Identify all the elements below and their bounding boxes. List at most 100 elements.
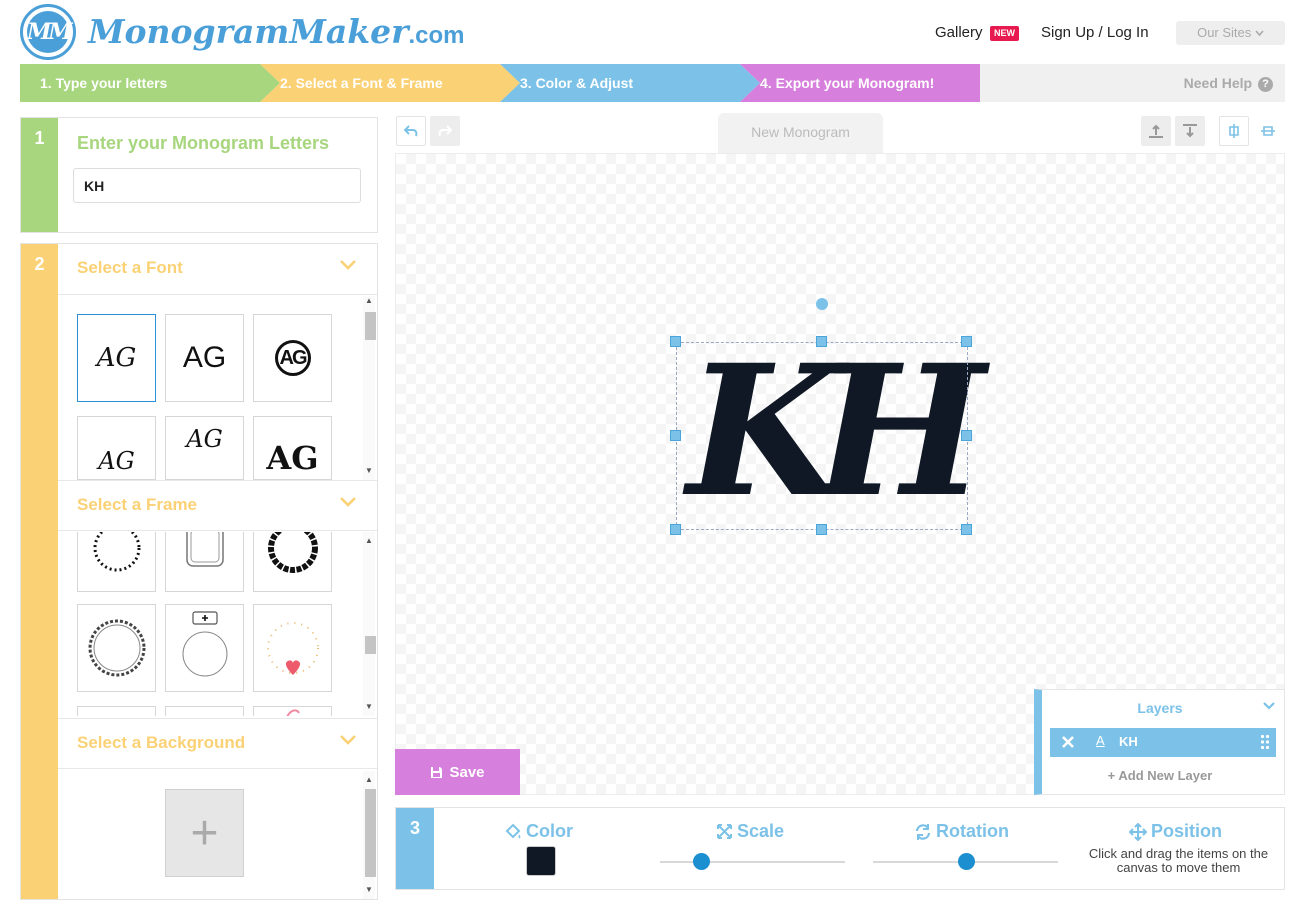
position-control-title: Position [1129,821,1222,842]
dotted-circle-frame-icon [93,532,140,571]
color-control-title: Color [504,821,573,842]
scroll-up-icon[interactable]: ▲ [365,536,373,545]
rotate-arrows-icon [915,823,931,840]
font-option-calligraphy[interactable]: AG [77,416,156,480]
chevron-down-icon [340,735,356,745]
scroll-up-icon[interactable]: ▲ [365,775,373,784]
step-1-type-letters[interactable]: 1. Type your letters [20,64,280,102]
resize-handle-bottom-right[interactable] [961,524,972,535]
scroll-up-icon[interactable]: ▲ [365,296,373,305]
font-scrollbar[interactable]: ▲ ▼ [363,296,376,480]
editor-toolbar: New Monogram [395,113,1285,153]
scroll-down-icon[interactable]: ▼ [365,466,373,475]
bold-ring-frame-icon [267,532,318,573]
panel-number-1: 1 [21,118,58,232]
layers-title[interactable]: Layers [1042,700,1278,716]
frame-option-bold-ring[interactable] [253,532,332,592]
frame-option-floral-heart[interactable] [253,604,332,692]
step-3-color-adjust[interactable]: 3. Color & Adjust [500,64,760,102]
logo-wordmark[interactable]: MonogramMaker.com [88,12,465,51]
need-help-link[interactable]: Need Help ? [1184,64,1273,102]
add-background-button[interactable]: + [165,789,244,877]
scrollbar-thumb[interactable] [365,312,376,340]
align-vertical-center-icon [1261,126,1275,136]
font-preview: AG [98,447,135,475]
adjust-panel: 3 Color Scale Rotation Position Click an… [395,807,1285,890]
font-option-circle[interactable]: AG [253,314,332,402]
step-4-export[interactable]: 4. Export your Monogram! [740,64,980,102]
layer-name: KH [1119,734,1138,749]
color-label: Color [526,821,573,841]
font-option-script[interactable]: AG [77,314,156,402]
resize-handle-bottom[interactable] [816,524,827,535]
frame-option-partial[interactable] [77,706,156,716]
step-2-select-font-frame[interactable]: 2. Select a Font & Frame [260,64,520,102]
undo-button[interactable] [396,116,426,146]
chevron-down-icon [340,260,356,270]
frame-option-dots[interactable] [77,532,156,592]
frame-option-ornate-square[interactable] [165,532,244,592]
scroll-down-icon[interactable]: ▼ [365,702,373,711]
layer-item[interactable]: A KH [1050,728,1276,757]
panel-number-3: 3 [396,808,434,889]
frame-option-lace-ring[interactable] [77,604,156,692]
position-help-text: Click and drag the items on the canvas t… [1088,846,1269,875]
scale-slider-knob[interactable] [692,853,710,870]
scrollbar-thumb[interactable] [365,636,376,654]
logo-icon[interactable]: MM [20,4,76,60]
redo-button[interactable] [430,116,460,146]
expand-arrows-icon [717,824,732,839]
save-button[interactable]: Save [395,749,520,795]
align-center-horizontal-button[interactable] [1219,116,1249,146]
frame-option-nurse[interactable] [165,604,244,692]
scrollbar-thumb[interactable] [365,789,376,877]
chevron-down-icon[interactable] [1262,699,1276,713]
layers-panel: Layers A KH + Add New Layer [1034,689,1285,795]
select-frame-header[interactable]: Select a Frame [58,480,377,531]
font-option-vine[interactable]: AG [165,416,244,480]
new-badge: NEW [990,26,1019,41]
chevron-down-icon [1255,30,1264,37]
resize-handle-left[interactable] [670,430,681,441]
background-scrollbar[interactable]: ▲ ▼ [363,771,376,899]
select-font-header[interactable]: Select a Font [58,244,377,295]
bring-forward-button[interactable] [1141,116,1171,146]
our-sites-dropdown[interactable]: Our Sites [1176,21,1285,45]
monogram-title-tab[interactable]: New Monogram [718,113,883,153]
resize-handle-top[interactable] [816,336,827,347]
color-swatch[interactable] [526,846,556,876]
font-option-sans[interactable]: AG [165,314,244,402]
resize-handle-bottom-left[interactable] [670,524,681,535]
close-icon[interactable] [1060,734,1076,750]
resize-handle-top-right[interactable] [961,336,972,347]
add-new-layer-button[interactable]: + Add New Layer [1042,768,1278,783]
need-help-label: Need Help [1183,75,1253,91]
monogram-letters-input[interactable] [73,168,361,203]
letters-panel: 1 Enter your Monogram Letters [20,117,378,233]
scale-control-title: Scale [716,821,784,842]
frame-scrollbar[interactable]: ▲ ▼ [363,532,376,716]
nav-signup-login-link[interactable]: Sign Up / Log In [1041,24,1149,41]
letters-panel-title: Enter your Monogram Letters [77,133,330,153]
site-header: MM MonogramMaker.com Gallery NEW Sign Up… [0,0,1306,64]
rotation-slider-knob[interactable] [957,853,975,870]
scale-slider-track[interactable] [660,861,845,863]
frame-option-partial[interactable] [253,706,332,716]
scroll-down-icon[interactable]: ▼ [365,885,373,894]
drag-handle-icon[interactable] [1260,734,1270,750]
select-font-title: Select a Font [77,258,183,277]
floppy-disk-icon [431,766,443,778]
monogram-object[interactable]: KH [670,298,985,537]
align-center-vertical-button[interactable] [1253,116,1283,146]
rotate-handle[interactable] [816,298,828,310]
font-option-ornate[interactable]: AG [253,416,332,480]
chevron-down-icon [340,497,356,507]
frame-option-partial[interactable] [165,706,244,716]
logo-text-domain: .com [408,22,465,49]
select-background-header[interactable]: Select a Background [58,718,377,769]
resize-handle-right[interactable] [961,430,972,441]
nurse-hat-frame-icon [182,611,227,677]
send-backward-button[interactable] [1175,116,1205,146]
nav-gallery-link[interactable]: Gallery [935,24,983,41]
resize-handle-top-left[interactable] [670,336,681,347]
